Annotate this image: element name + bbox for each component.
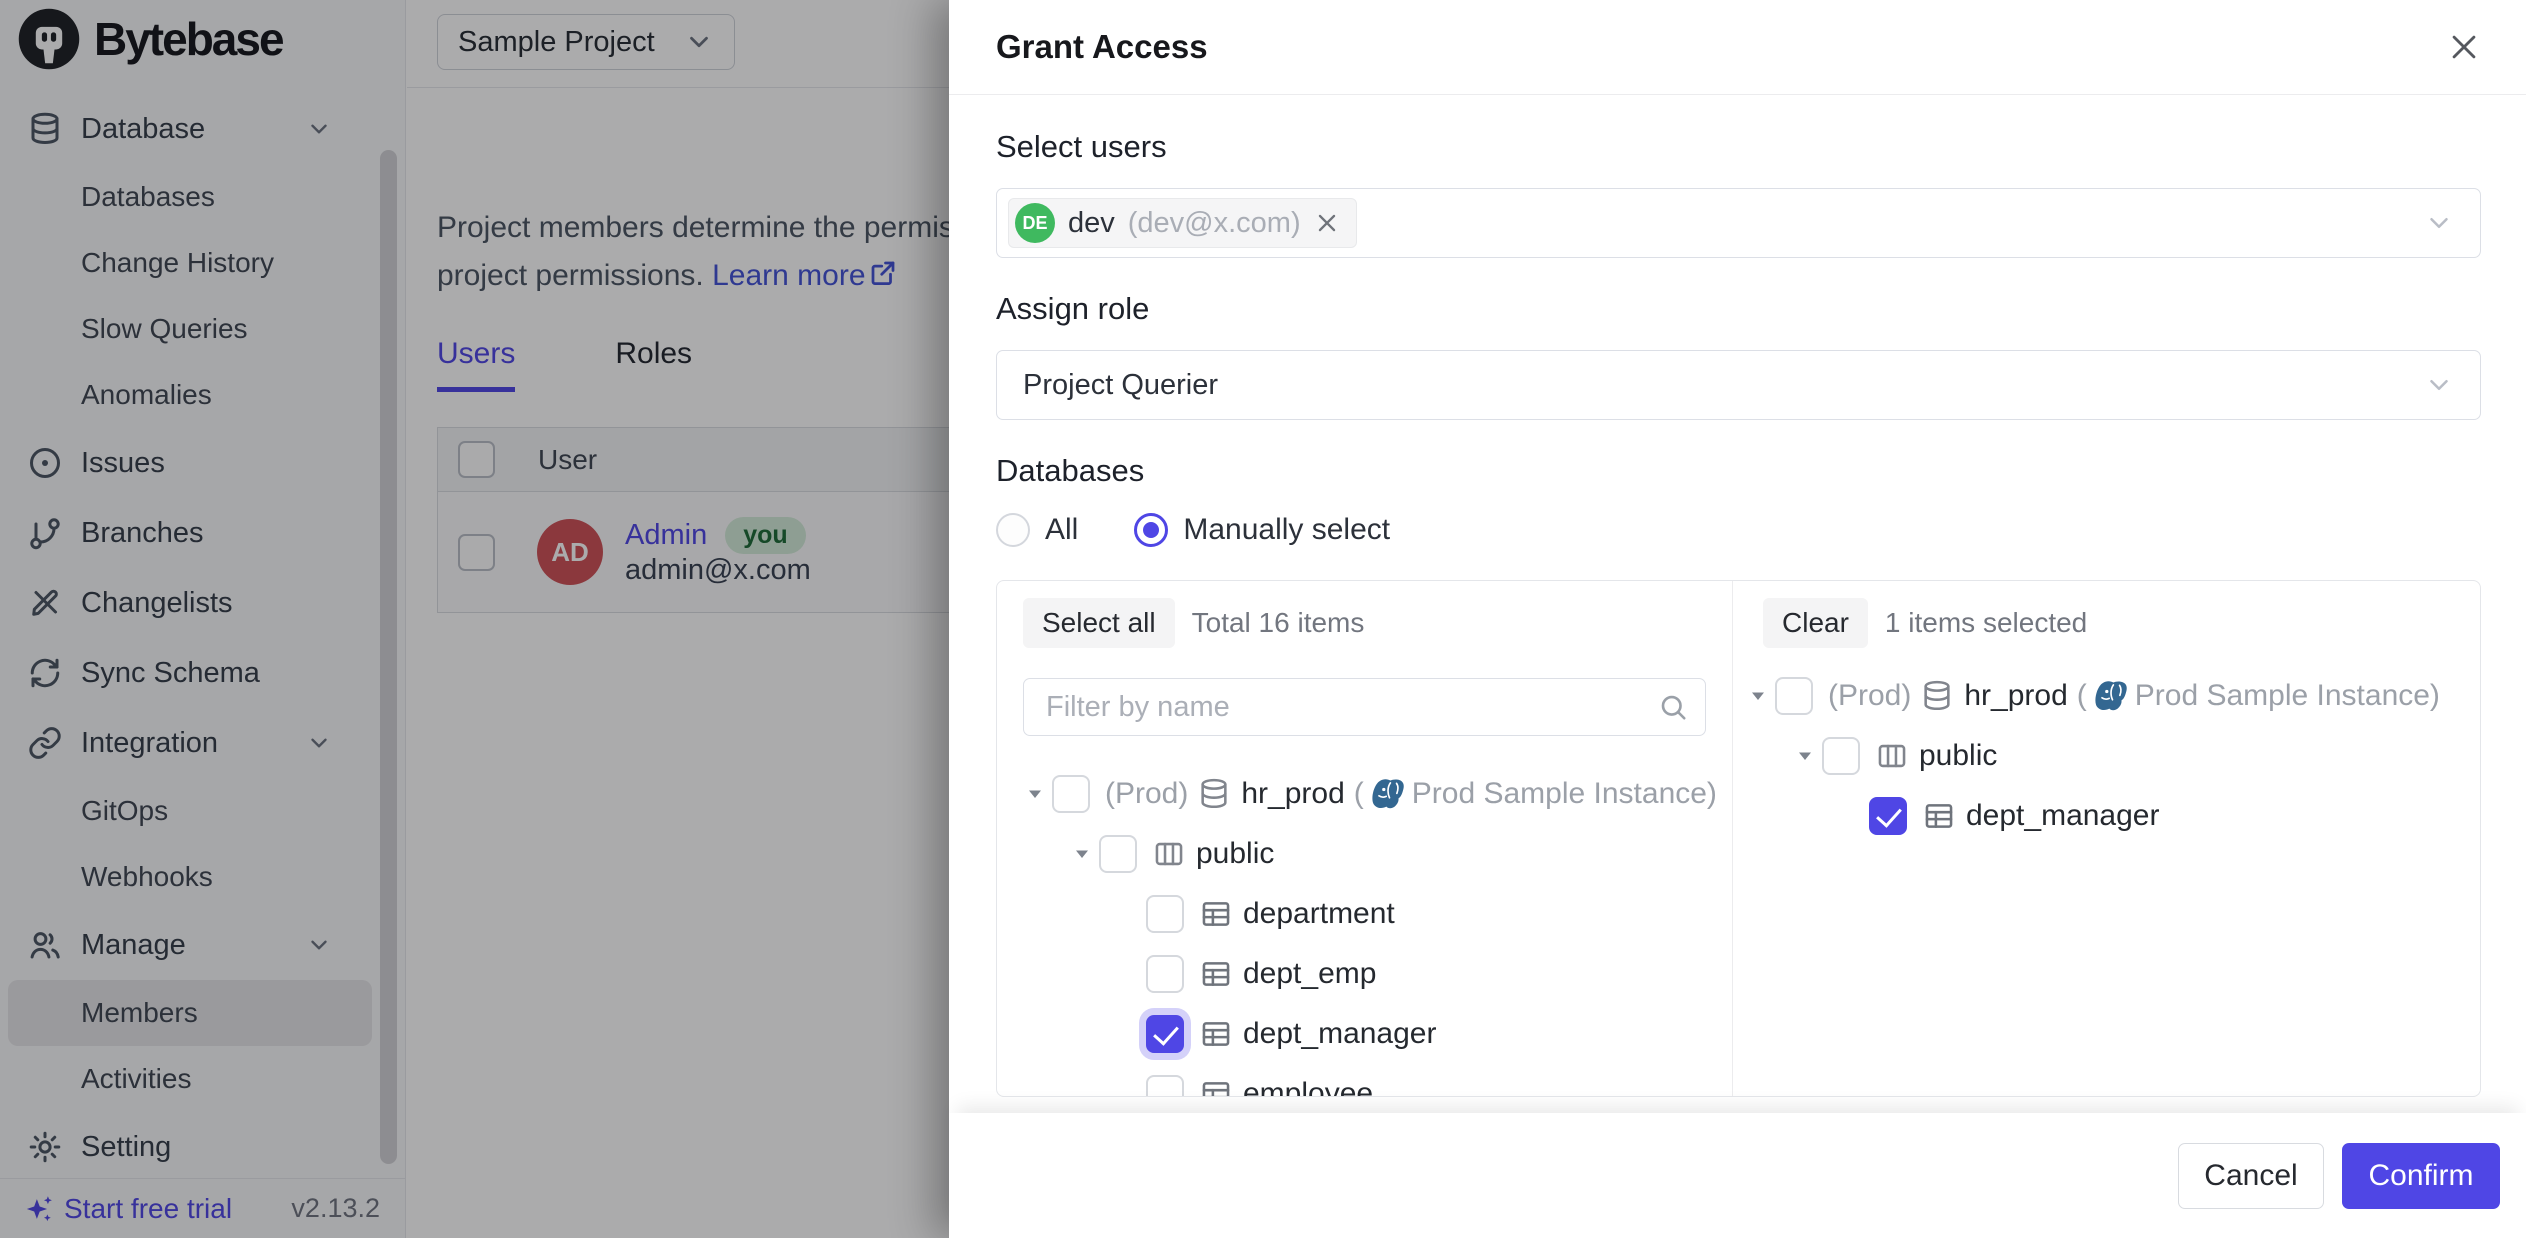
filter-by-name-input[interactable] [1023, 678, 1706, 736]
tree-node-name: hr_prod [1964, 679, 2067, 713]
postgresql-icon [2093, 678, 2129, 714]
remove-chip-icon[interactable] [1314, 210, 1340, 236]
databases-label: Databases [996, 453, 2481, 489]
instance-label: ( [1354, 777, 1364, 811]
search-icon [1658, 692, 1688, 722]
tree-checkbox[interactable] [1052, 775, 1090, 813]
database-scope-radios: All Manually select [996, 510, 2481, 550]
tree-row-employee[interactable]: employee [997, 1064, 1732, 1096]
caret-down-icon[interactable] [1793, 744, 1817, 768]
caret-down-icon[interactable] [1023, 782, 1047, 806]
database-transfer-panel: Select all Total 16 items (Prod)hr_prod(… [996, 580, 2481, 1097]
caret-down-icon[interactable] [1070, 842, 1094, 866]
schema-icon [1152, 837, 1186, 871]
tree-checkbox[interactable] [1146, 1015, 1184, 1053]
tree-checkbox[interactable] [1822, 737, 1860, 775]
tree-row-hr_prod[interactable]: (Prod) hr_prod ( Prod Sample Instance) [1733, 666, 2480, 726]
modal-title: Grant Access [996, 28, 1208, 66]
tree-row-public[interactable]: public [1733, 726, 2480, 786]
radio-label: All [1045, 513, 1078, 547]
radio-label: Manually select [1183, 513, 1390, 547]
tree-row-hr_prod[interactable]: (Prod) hr_prod ( Prod Sample Instance) [997, 764, 1732, 824]
tree-node-name: hr_prod [1241, 777, 1344, 811]
avatar: DE [1015, 203, 1055, 243]
table-icon [1922, 799, 1956, 833]
tree-node-name: department [1243, 897, 1395, 931]
tree-node-name: dept_manager [1966, 799, 2159, 833]
total-items-label: Total 16 items [1192, 607, 1365, 639]
instance-label: ( [2077, 679, 2087, 713]
confirm-button[interactable]: Confirm [2342, 1143, 2500, 1209]
modal-header: Grant Access [949, 0, 2526, 95]
radio-circle[interactable] [996, 513, 1030, 547]
radio-circle[interactable] [1134, 513, 1168, 547]
tree-node-name: employee [1243, 1077, 1373, 1096]
chip-user-name: dev [1068, 207, 1115, 240]
tree-node-name: public [1919, 739, 1997, 773]
chip-user-email: (dev@x.com) [1128, 207, 1301, 240]
users-multiselect[interactable]: DE dev (dev@x.com) [996, 188, 2481, 258]
select-all-button[interactable]: Select all [1023, 598, 1175, 648]
tree-row-public[interactable]: public [997, 824, 1732, 884]
database-icon [1197, 777, 1231, 811]
tree-checkbox[interactable] [1099, 835, 1137, 873]
radio-manually-select[interactable]: Manually select [1134, 513, 1390, 547]
chevron-down-icon [2424, 208, 2454, 238]
modal-footer: Cancel Confirm [949, 1113, 2526, 1238]
tree-checkbox[interactable] [1146, 895, 1184, 933]
radio-all[interactable]: All [996, 513, 1078, 547]
table-icon [1199, 897, 1233, 931]
transfer-selected-pane: Clear 1 items selected (Prod)hr_prod(Pro… [1733, 581, 2480, 1096]
tree-checkbox[interactable] [1146, 955, 1184, 993]
table-icon [1199, 957, 1233, 991]
select-users-label: Select users [996, 129, 2481, 165]
selected-user-chip: DE dev (dev@x.com) [1008, 198, 1357, 248]
assign-role-label: Assign role [996, 291, 2481, 327]
clear-button[interactable]: Clear [1763, 598, 1868, 648]
table-icon [1199, 1077, 1233, 1096]
chevron-down-icon [2424, 370, 2454, 400]
database-icon [1920, 679, 1954, 713]
table-icon [1199, 1017, 1233, 1051]
cancel-button[interactable]: Cancel [2178, 1143, 2324, 1209]
tree-row-dept_emp[interactable]: dept_emp [997, 944, 1732, 1004]
schema-icon [1875, 739, 1909, 773]
transfer-source-pane: Select all Total 16 items (Prod)hr_prod(… [997, 581, 1733, 1096]
environment-label: (Prod) [1828, 679, 1911, 713]
tree-checkbox[interactable] [1869, 797, 1907, 835]
caret-down-icon[interactable] [1746, 684, 1770, 708]
tree-row-dept_manager[interactable]: dept_manager [1733, 786, 2480, 846]
grant-access-modal: Grant Access Select users DE dev (dev@x.co… [949, 0, 2526, 1238]
selected-count-label: 1 items selected [1885, 607, 2087, 639]
tree-checkbox[interactable] [1775, 677, 1813, 715]
instance-name: Prod Sample Instance) [1412, 777, 1717, 811]
source-database-tree: (Prod) hr_prod ( Prod Sample Instance) publi… [997, 764, 1732, 1096]
tree-row-department[interactable]: department [997, 884, 1732, 944]
environment-label: (Prod) [1105, 777, 1188, 811]
tree-checkbox[interactable] [1146, 1075, 1184, 1096]
tree-row-dept_manager[interactable]: dept_manager [997, 1004, 1732, 1064]
role-select-value: Project Querier [1023, 369, 1218, 402]
modal-body: Select users DE dev (dev@x.com) Assign rol… [949, 96, 2526, 1238]
tree-node-name: dept_manager [1243, 1017, 1436, 1051]
role-select[interactable]: Project Querier [996, 350, 2481, 420]
instance-name: Prod Sample Instance) [2135, 679, 2440, 713]
tree-node-name: public [1196, 837, 1274, 871]
postgresql-icon [1370, 776, 1406, 812]
tree-node-name: dept_emp [1243, 957, 1376, 991]
close-icon[interactable] [2447, 30, 2481, 64]
selected-database-tree: (Prod) hr_prod ( Prod Sample Instance) publi… [1733, 666, 2480, 846]
